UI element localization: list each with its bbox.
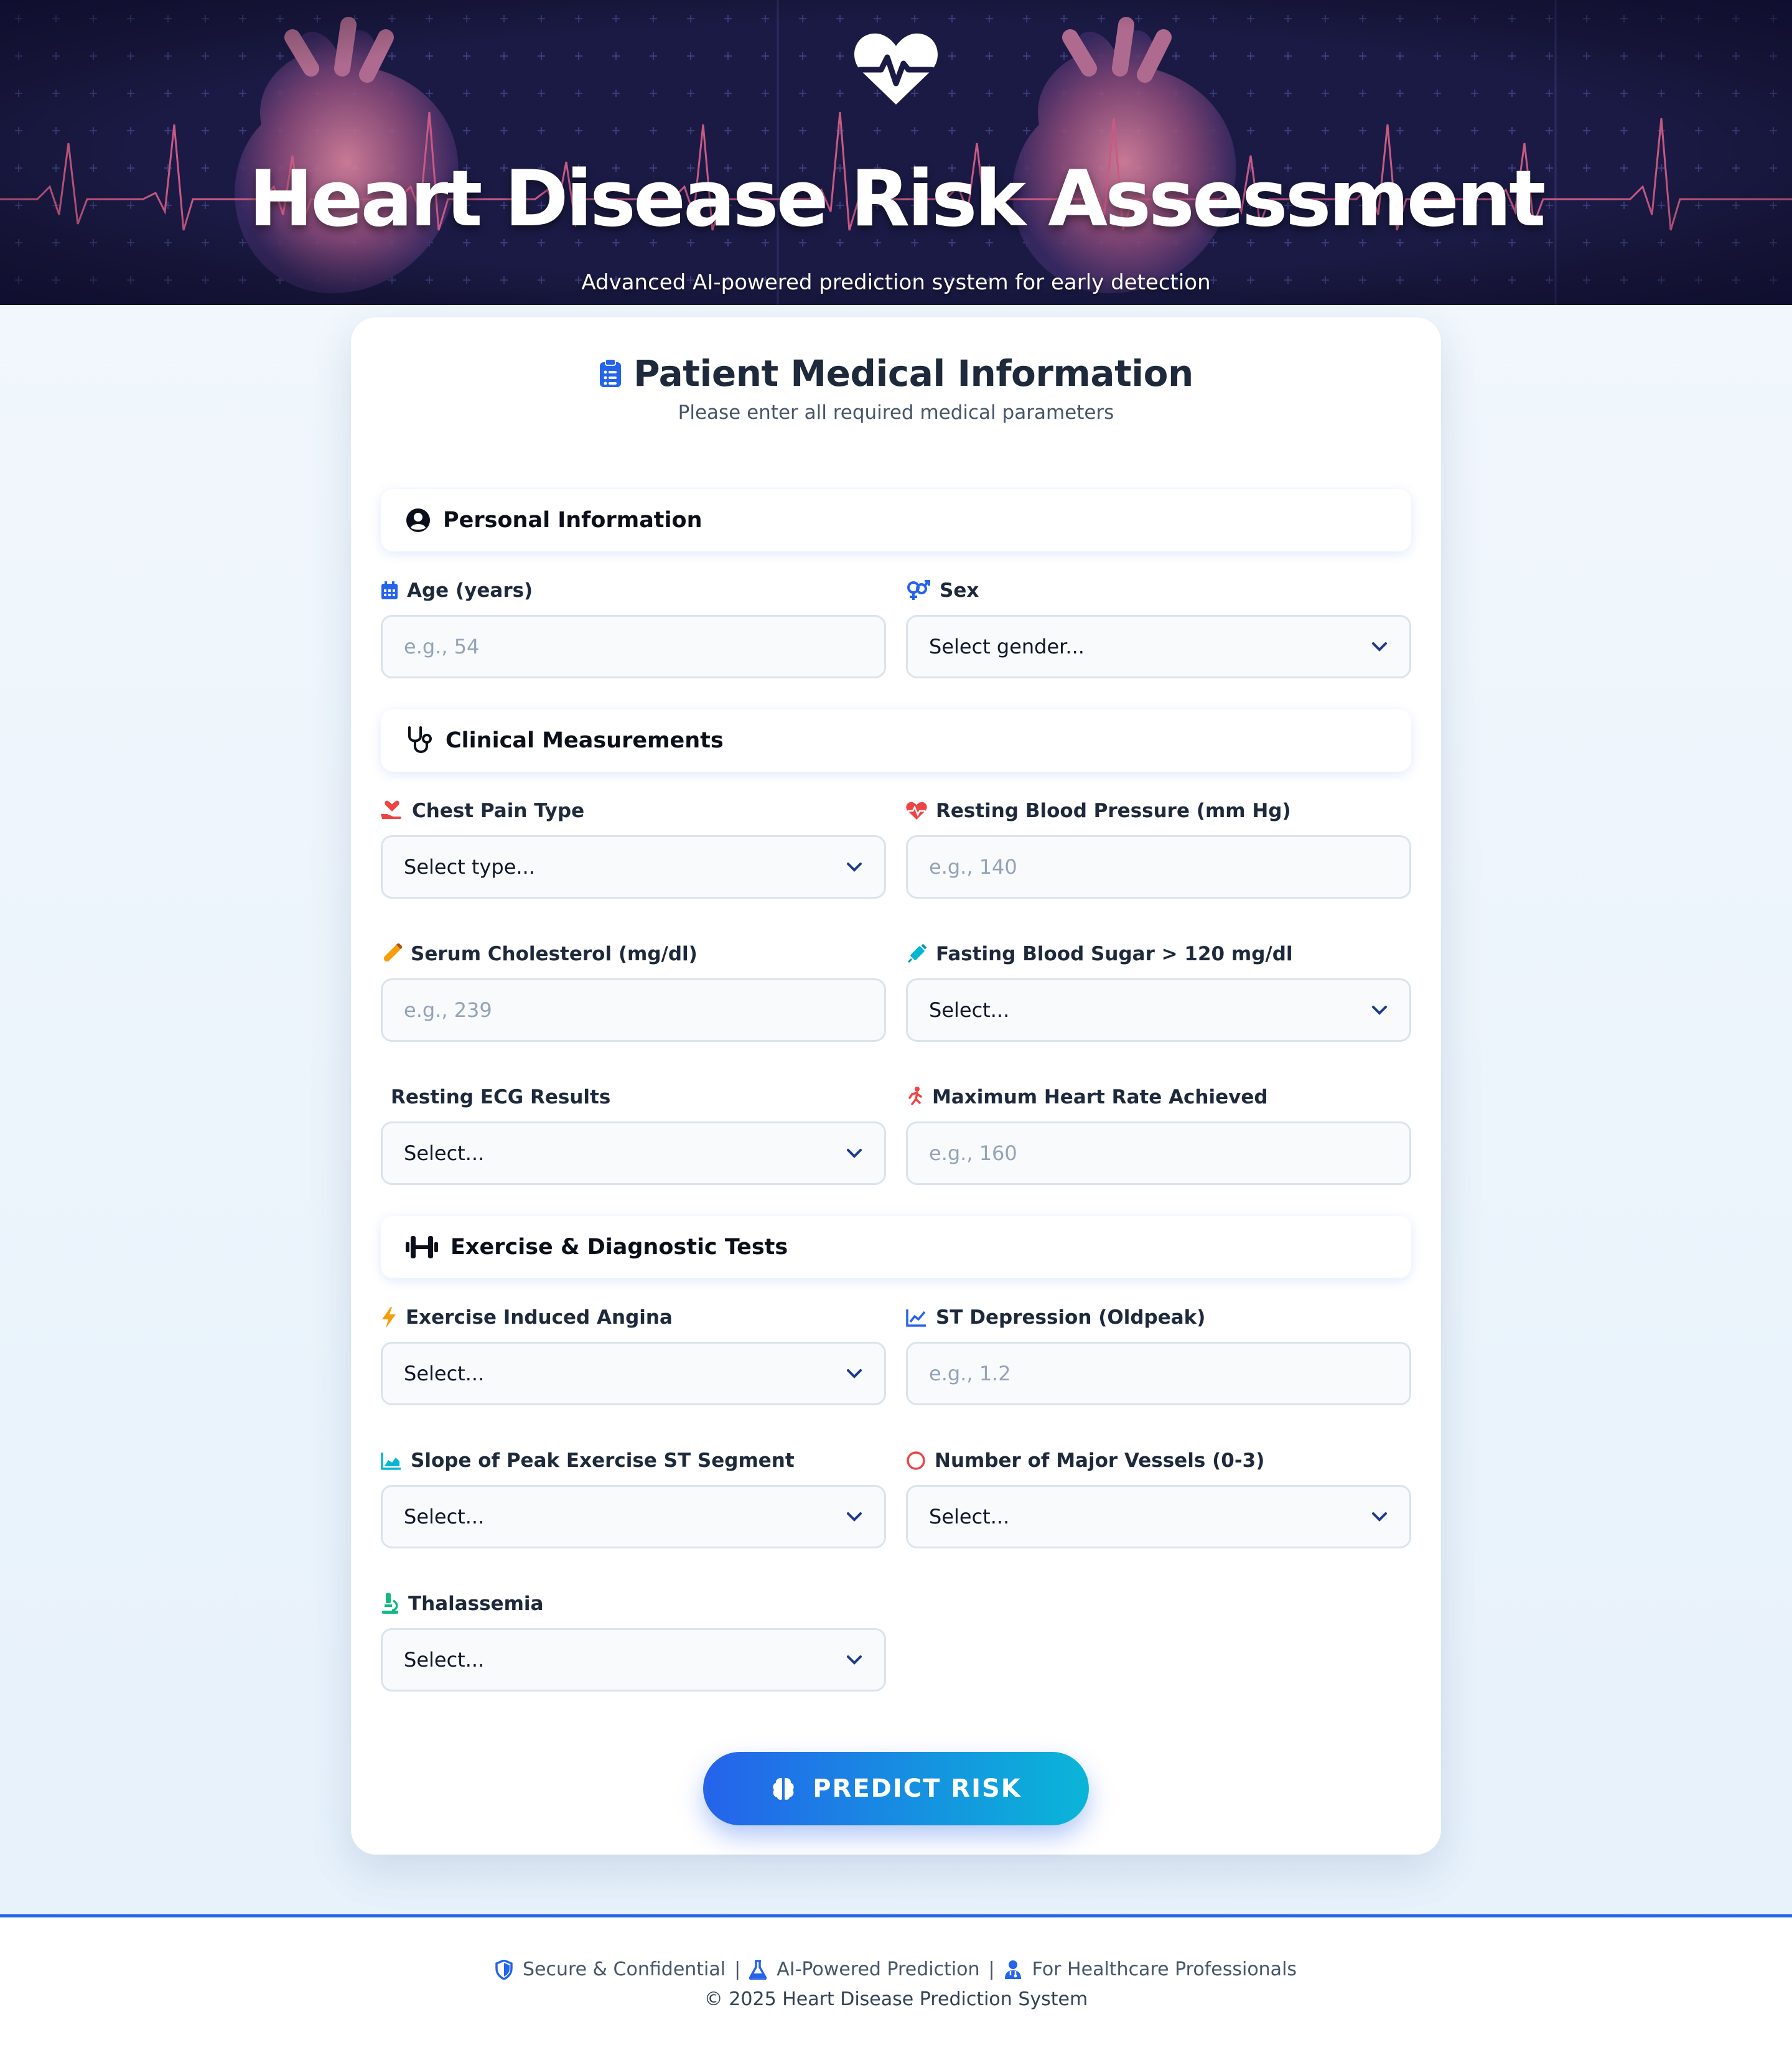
thal-select[interactable]: Select...	[381, 1628, 886, 1692]
chevron-down-icon	[1372, 642, 1387, 652]
max-hr-label: Maximum Heart Rate Achieved	[906, 1082, 1268, 1113]
circle-icon	[907, 1451, 925, 1470]
gender-icon	[907, 580, 930, 600]
chart-area-icon	[381, 1453, 401, 1470]
hero-header: Heart Disease Risk Assessment Advanced A…	[0, 0, 1792, 305]
brain-icon	[773, 1777, 794, 1800]
chevron-down-icon	[1372, 1512, 1387, 1522]
chevron-down-icon	[847, 1655, 862, 1665]
page-subtitle: Advanced AI-powered prediction system fo…	[581, 270, 1211, 295]
section-personal-information: Personal Information	[381, 489, 1411, 551]
footer-item-secure: Secure & Confidential	[495, 1959, 726, 1980]
hand-holding-heart-icon	[381, 800, 401, 819]
age-label: Age (years)	[381, 575, 533, 606]
bolt-icon	[382, 1307, 396, 1328]
form-subtitle: Please enter all required medical parame…	[678, 401, 1114, 424]
user-circle-icon	[406, 508, 430, 532]
vial-icon	[383, 943, 402, 962]
oldpeak-label: ST Depression (Oldpeak)	[906, 1302, 1205, 1333]
vessels-label: Number of Major Vessels (0-3)	[906, 1445, 1264, 1476]
slope-label: Slope of Peak Exercise ST Segment	[381, 1445, 795, 1476]
section-title: Personal Information	[443, 508, 702, 533]
cholesterol-input[interactable]: e.g., 239	[381, 978, 886, 1042]
resting-ecg-select[interactable]: Select...	[381, 1121, 886, 1185]
shield-icon	[495, 1959, 513, 1980]
form-header: Patient Medical Information	[351, 342, 1441, 405]
footer-links: Secure & Confidential | AI-Powered Predi…	[0, 1959, 1792, 1980]
predict-risk-button[interactable]: PREDICT RISK	[703, 1752, 1089, 1825]
footer-item-professionals: For Healthcare Professionals	[1004, 1959, 1297, 1980]
section-clinical-measurements: Clinical Measurements	[381, 709, 1411, 772]
max-hr-input[interactable]: e.g., 160	[906, 1121, 1411, 1185]
section-title: Exercise & Diagnostic Tests	[450, 1235, 788, 1260]
footer-separator: |	[988, 1959, 995, 1980]
predict-risk-label: PREDICT RISK	[813, 1774, 1022, 1803]
sex-label: Sex	[906, 575, 979, 606]
syringe-icon	[907, 943, 927, 963]
form-title: Patient Medical Information	[633, 352, 1193, 395]
patient-form-card: Patient Medical Information Please enter…	[351, 317, 1441, 1855]
footer-separator: |	[734, 1959, 741, 1980]
oldpeak-input[interactable]: e.g., 1.2	[906, 1342, 1411, 1405]
chest-pain-select[interactable]: Select type...	[381, 835, 886, 899]
chevron-down-icon	[847, 1512, 862, 1522]
angina-select[interactable]: Select...	[381, 1342, 886, 1405]
running-icon	[908, 1087, 922, 1105]
fasting-sugar-select[interactable]: Select...	[906, 978, 1411, 1042]
flask-icon	[749, 1959, 767, 1980]
microscope-icon	[382, 1593, 398, 1614]
clipboard-icon	[600, 358, 622, 387]
chevron-down-icon	[847, 1149, 862, 1158]
cholesterol-label: Serum Cholesterol (mg/dl)	[381, 938, 698, 970]
sex-select[interactable]: Select gender...	[906, 615, 1411, 678]
calendar-icon	[381, 581, 398, 599]
dumbbell-icon	[406, 1236, 438, 1258]
section-title: Clinical Measurements	[446, 728, 724, 753]
chest-pain-label: Chest Pain Type	[381, 795, 584, 826]
resting-bp-input[interactable]: e.g., 140	[906, 835, 1411, 899]
stethoscope-icon	[408, 726, 432, 753]
slope-select[interactable]: Select...	[381, 1485, 886, 1548]
page-title: Heart Disease Risk Assessment	[248, 154, 1546, 244]
footer-item-ai: AI-Powered Prediction	[749, 1959, 980, 1980]
thal-label: Thalassemia	[381, 1588, 543, 1619]
resting-bp-label: Resting Blood Pressure (mm Hg)	[906, 795, 1291, 826]
vessels-select[interactable]: Select...	[906, 1485, 1411, 1548]
footer-copyright: © 2025 Heart Disease Prediction System	[704, 1988, 1088, 2010]
user-doctor-icon	[1004, 1960, 1021, 1979]
section-exercise-diagnostic: Exercise & Diagnostic Tests	[381, 1216, 1411, 1278]
chevron-down-icon	[847, 863, 862, 872]
page-footer: Secure & Confidential | AI-Powered Predi…	[0, 1914, 1792, 2050]
heart-pulse-icon	[854, 33, 938, 105]
chart-line-icon	[906, 1309, 926, 1327]
age-input[interactable]: e.g., 54	[381, 615, 886, 678]
chevron-down-icon	[1372, 1006, 1387, 1015]
heart-pulse-icon	[906, 802, 927, 820]
angina-label: Exercise Induced Angina	[381, 1302, 673, 1333]
resting-ecg-label: Resting ECG Results	[391, 1086, 611, 1108]
fasting-sugar-label: Fasting Blood Sugar > 120 mg/dl	[906, 938, 1293, 970]
chevron-down-icon	[847, 1369, 862, 1378]
